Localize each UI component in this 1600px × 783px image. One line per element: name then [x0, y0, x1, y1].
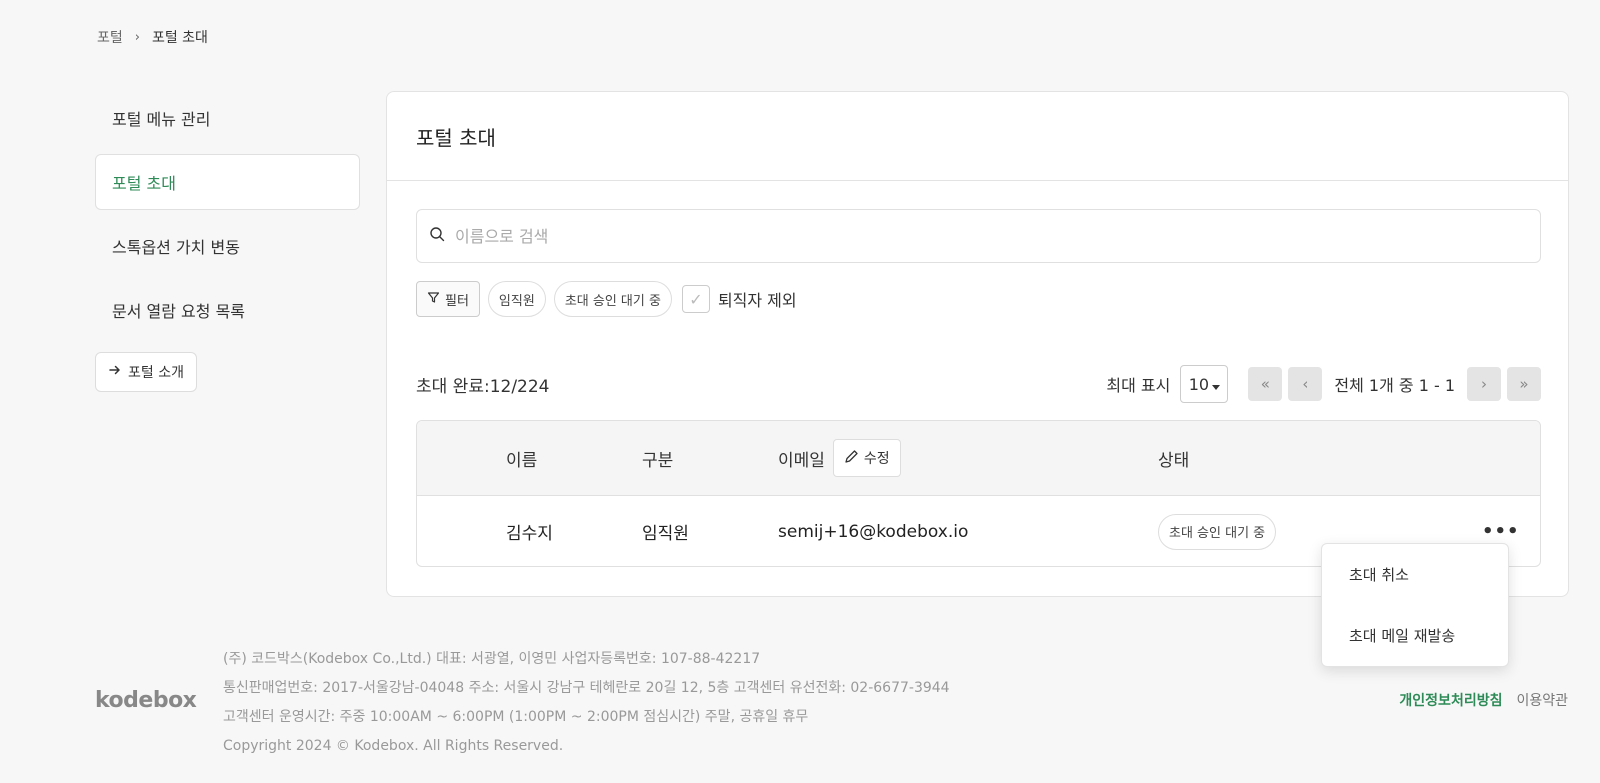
footer-line: 통신판매업번호: 2017-서울강남-04048 주소: 서울시 강남구 테헤란…	[223, 680, 950, 696]
sidebar-item-stock-option[interactable]: 스톡옵션 가치 변동	[95, 218, 360, 274]
edit-email-label: 수정	[863, 451, 890, 467]
prev-page-button[interactable]: ‹	[1288, 367, 1323, 401]
breadcrumb-current: 포털 초대	[151, 30, 208, 46]
header-name: 이름	[506, 450, 538, 471]
page-size-label: 최대 표시	[1106, 376, 1171, 395]
next-page-button[interactable]: ›	[1467, 367, 1501, 401]
filter-button[interactable]: 필터	[416, 281, 480, 317]
terms-link[interactable]: 이용약관	[1516, 690, 1568, 710]
header-status: 상태	[1158, 450, 1190, 471]
last-page-button[interactable]: »	[1507, 367, 1541, 401]
header-email-cell: 이메일 수정	[778, 421, 901, 495]
page-range-text: 전체 1개 중 1 - 1	[1334, 376, 1455, 395]
sidebar-item-document-requests[interactable]: 문서 열람 요청 목록	[95, 282, 360, 338]
edit-email-button[interactable]: 수정	[832, 439, 901, 477]
row-actions-menu: 초대 취소 초대 메일 재발송	[1321, 543, 1509, 667]
summary-row: 초대 완료:12/224 최대 표시 10 « ‹ 전체 1개 중 1 - 1 …	[416, 365, 1541, 403]
page-size-value: 10	[1188, 374, 1210, 394]
exclude-retired-checkbox[interactable]: ✓ 퇴직자 제외	[681, 285, 797, 313]
sidebar-item-portal-menu[interactable]: 포털 메뉴 관리	[95, 90, 360, 146]
row-name: 김수지	[506, 524, 553, 544]
pencil-icon	[844, 449, 859, 468]
more-options-icon[interactable]: •••	[1482, 521, 1520, 542]
status-badge: 초대 승인 대기 중	[1158, 513, 1277, 550]
pagination: 최대 표시 10 « ‹ 전체 1개 중 1 - 1 › »	[1106, 365, 1541, 403]
privacy-policy-link[interactable]: 개인정보처리방침	[1399, 690, 1502, 710]
breadcrumb: 포털 › 포털 초대	[97, 27, 208, 47]
footer-links: 개인정보처리방침 이용약관	[1399, 690, 1568, 710]
footer-line: 고객센터 운영시간: 주중 10:00AM ~ 6:00PM (1:00PM ~…	[223, 709, 809, 725]
header-email: 이메일	[778, 450, 825, 471]
search-input[interactable]	[455, 226, 1455, 246]
search-box	[416, 209, 1541, 263]
invite-card: 포털 초대 필터 임직원 초대 승인 대기 중 ✓ 퇴직자 제외 초대 완료:1…	[386, 91, 1569, 597]
footer-info: (주) 코드박스(Kodebox Co.,Ltd.) 대표: 서광열, 이영민 …	[223, 645, 950, 761]
header-type: 구분	[642, 450, 674, 471]
filter-label: 필터	[445, 293, 469, 309]
breadcrumb-root[interactable]: 포털	[97, 27, 123, 47]
page-size-select[interactable]: 10	[1180, 365, 1229, 403]
portal-intro-label: 포털 소개	[128, 365, 184, 381]
row-status-cell: 초대 승인 대기 중	[1158, 496, 1277, 566]
arrow-right-icon	[108, 363, 122, 381]
sidebar-item-portal-invite[interactable]: 포털 초대	[95, 154, 360, 210]
checkbox-icon[interactable]: ✓	[681, 285, 710, 313]
menu-item-resend-invite[interactable]: 초대 메일 재발송	[1322, 605, 1508, 666]
footer-line: Copyright 2024 © Kodebox. All Rights Res…	[223, 738, 564, 754]
filter-chip-employee[interactable]: 임직원	[487, 281, 546, 317]
menu-item-cancel-invite[interactable]: 초대 취소	[1322, 544, 1508, 605]
filter-chip-pending[interactable]: 초대 승인 대기 중	[553, 281, 672, 317]
invite-completed-count: 초대 완료:12/224	[416, 376, 550, 397]
sidebar: 포털 메뉴 관리 포털 초대 스톡옵션 가치 변동 문서 열람 요청 목록 포털…	[95, 90, 360, 392]
footer-line: (주) 코드박스(Kodebox Co.,Ltd.) 대표: 서광열, 이영민 …	[223, 651, 761, 667]
exclude-retired-label: 퇴직자 제외	[717, 291, 797, 310]
portal-intro-button[interactable]: 포털 소개	[95, 352, 197, 392]
filter-icon	[427, 291, 440, 308]
page-title: 포털 초대	[387, 92, 1568, 181]
first-page-button[interactable]: «	[1248, 367, 1283, 401]
table-header: 이름 구분 이메일 수정 상태	[417, 421, 1540, 496]
filter-bar: 필터 임직원 초대 승인 대기 중 ✓ 퇴직자 제외	[416, 281, 797, 317]
row-type: 임직원	[642, 524, 689, 544]
footer-logo: kodebox	[95, 688, 197, 713]
row-email: semij+16@kodebox.io	[778, 521, 969, 542]
search-icon	[429, 226, 445, 246]
chevron-right-icon: ›	[134, 29, 140, 45]
caret-down-icon	[1212, 375, 1221, 394]
